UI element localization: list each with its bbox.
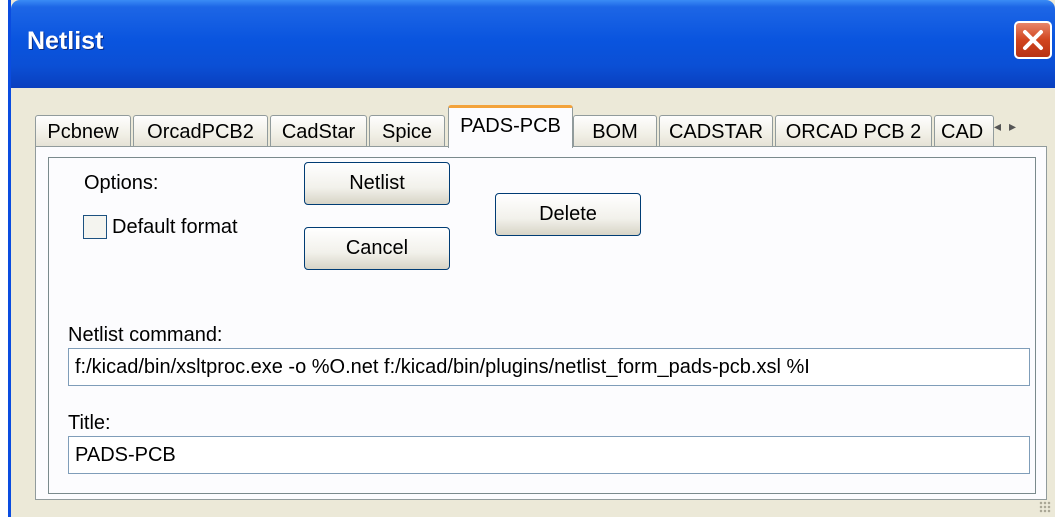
- tab-panel: Options: Default format Netlist Cancel D…: [35, 146, 1047, 500]
- tab-scroll-arrows[interactable]: ◂▸: [985, 119, 1033, 141]
- close-icon: [1023, 30, 1043, 50]
- tab-cadstar[interactable]: CadStar: [270, 115, 367, 147]
- tab-orcad-pcb-2[interactable]: ORCAD PCB 2: [775, 115, 932, 147]
- panel-frame: Options: Default format Netlist Cancel D…: [48, 157, 1036, 494]
- tab-strip: Pcbnew OrcadPCB2 CadStar Spice PADS-PCB …: [35, 105, 1055, 148]
- delete-button[interactable]: Delete: [495, 193, 641, 236]
- options-label: Options:: [84, 172, 159, 194]
- netlist-command-label: Netlist command:: [68, 324, 223, 346]
- default-format-label: Default format: [112, 216, 238, 238]
- tab-pads-pcb[interactable]: PADS-PCB: [448, 105, 573, 148]
- default-format-checkbox[interactable]: [83, 215, 107, 239]
- netlist-command-input[interactable]: f:/kicad/bin/xsltproc.exe -o %O.net f:/k…: [68, 348, 1030, 386]
- cancel-button[interactable]: Cancel: [304, 227, 450, 270]
- tab-orcadpcb2[interactable]: OrcadPCB2: [133, 115, 268, 147]
- scroll-right-icon[interactable]: ▸: [1009, 119, 1024, 135]
- scroll-left-icon[interactable]: ◂: [994, 119, 1009, 135]
- close-button[interactable]: [1014, 21, 1052, 59]
- tab-bom[interactable]: BOM: [573, 115, 657, 147]
- window-title: Netlist: [27, 27, 104, 55]
- resize-grip[interactable]: [1039, 501, 1051, 513]
- title-label: Title:: [68, 412, 111, 434]
- netlist-dialog: Netlist Pcbnew OrcadPCB2 CadStar Spice P…: [8, 0, 1055, 517]
- tab-pcbnew[interactable]: Pcbnew: [35, 115, 131, 147]
- title-bar[interactable]: Netlist: [11, 0, 1055, 88]
- netlist-button[interactable]: Netlist: [304, 162, 450, 205]
- title-input[interactable]: PADS-PCB: [68, 436, 1030, 474]
- tab-spice[interactable]: Spice: [369, 115, 445, 147]
- tab-cadstar-2[interactable]: CADSTAR: [659, 115, 773, 147]
